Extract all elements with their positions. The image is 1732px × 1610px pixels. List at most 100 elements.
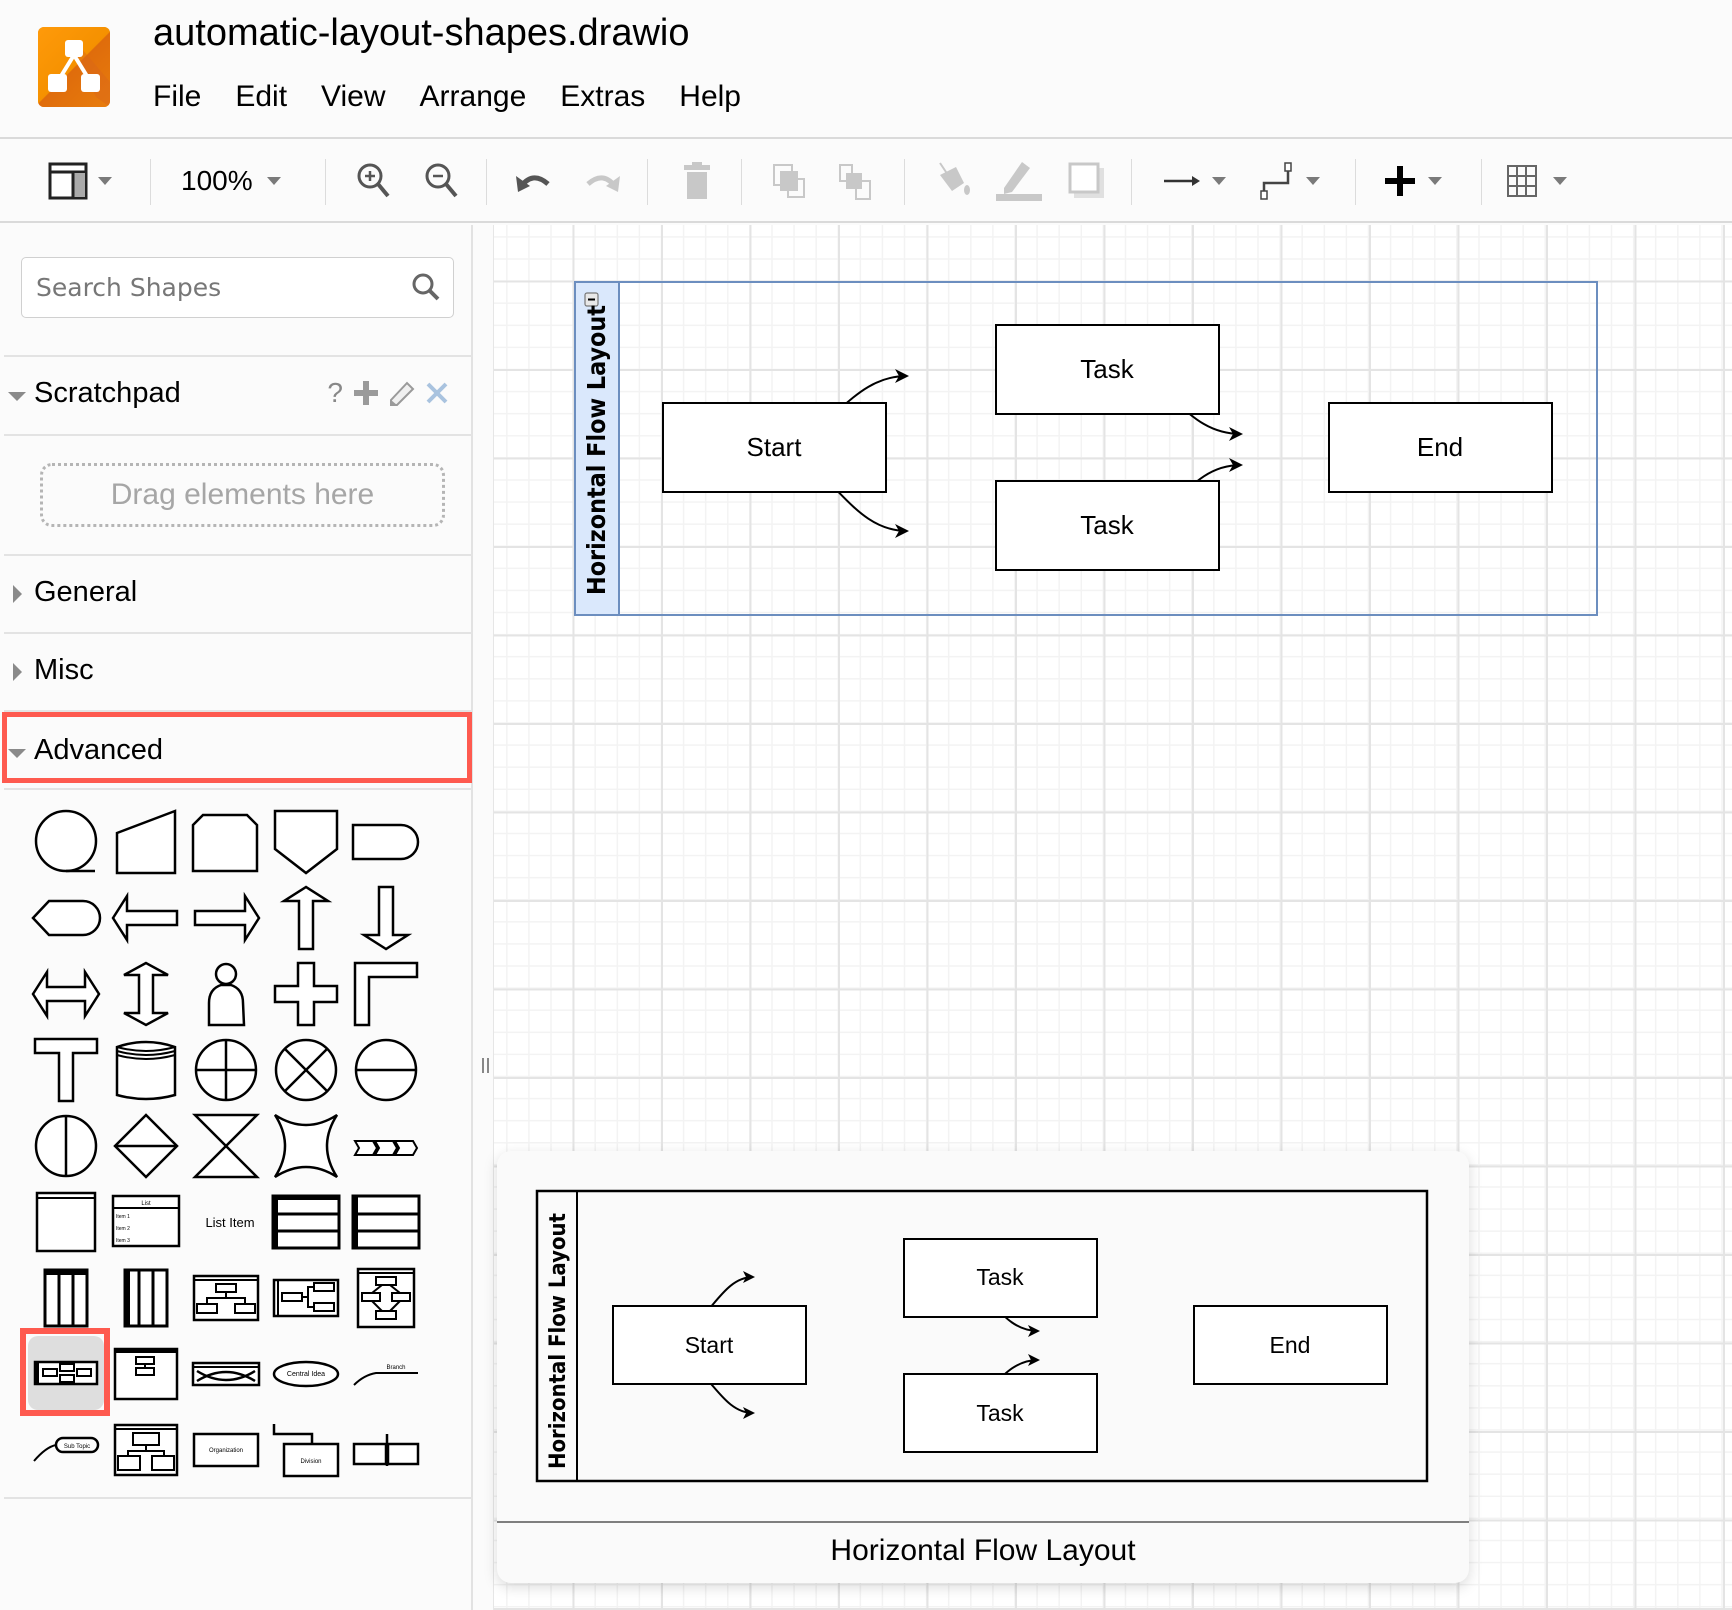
format-panel-toggle-button[interactable]: [48, 141, 112, 221]
shape-list[interactable]: List Item 1 Item 2 Item 3: [110, 1186, 182, 1258]
zoom-out-button[interactable]: [424, 141, 460, 221]
shape-container[interactable]: [30, 1186, 102, 1258]
sidebar-splitter[interactable]: [475, 225, 494, 1610]
shape-delay[interactable]: [350, 806, 422, 878]
scratchpad-title: Scratchpad: [34, 377, 181, 409]
fill-color-button[interactable]: [934, 141, 974, 221]
general-section: General: [4, 554, 473, 632]
shape-sub-topic[interactable]: Sub Topic: [30, 1414, 102, 1486]
shape-vertical-flow-layout[interactable]: [110, 1338, 182, 1410]
shape-double-arrow-vertical[interactable]: [110, 958, 182, 1030]
shape-arrow-right[interactable]: [190, 882, 262, 954]
shape-horizontal-pool-2[interactable]: [350, 1186, 422, 1258]
shape-tape-circle[interactable]: [30, 806, 102, 878]
menu-help[interactable]: Help: [679, 80, 741, 114]
chevron-down-icon: [98, 177, 112, 185]
toolbar-divider: [904, 159, 905, 205]
close-icon[interactable]: [425, 381, 449, 405]
node-end[interactable]: End: [1328, 402, 1553, 493]
table-button[interactable]: [1507, 141, 1567, 221]
search-shapes-box: [21, 257, 454, 318]
shape-off-page-reference[interactable]: [270, 806, 342, 878]
shape-central-idea[interactable]: Central Idea: [270, 1338, 342, 1410]
tooltip-title: Horizontal Flow Layout: [830, 1534, 1136, 1567]
shape-vertical-pool-2[interactable]: [110, 1262, 182, 1334]
shape-list-item[interactable]: List Item: [190, 1186, 270, 1258]
menu-file[interactable]: File: [153, 80, 201, 114]
shape-sort[interactable]: [110, 1110, 182, 1182]
node-task-1[interactable]: Task: [995, 324, 1220, 415]
section-divider: [4, 788, 473, 790]
shape-data-storage[interactable]: [110, 1034, 182, 1106]
shape-switch[interactable]: [270, 1110, 342, 1182]
shape-sub-section[interactable]: [350, 1414, 422, 1486]
sidebar-item-misc[interactable]: Misc: [4, 634, 473, 710]
shape-organization[interactable]: Organization: [190, 1414, 262, 1486]
menu-bar: File Edit View Arrange Extras Help: [153, 80, 775, 114]
shape-actor[interactable]: [190, 958, 262, 1030]
drawio-app: automatic-layout-shapes.drawio File Edit…: [0, 0, 1732, 1610]
menu-view[interactable]: View: [321, 80, 385, 114]
shape-horizontal-pool[interactable]: [270, 1186, 342, 1258]
zoom-in-button[interactable]: [356, 141, 392, 221]
search-shapes-input[interactable]: [36, 258, 406, 316]
shape-manual-input[interactable]: [110, 806, 182, 878]
add-icon[interactable]: [353, 380, 379, 406]
node-start[interactable]: Start: [662, 402, 887, 493]
connection-style-button[interactable]: [1162, 141, 1226, 221]
shape-line-ellipse[interactable]: [350, 1034, 422, 1106]
sub-topic-label: Sub Topic: [64, 1444, 90, 1450]
shape-arrow-left[interactable]: [110, 882, 182, 954]
shape-vertical-pool[interactable]: [30, 1262, 102, 1334]
shape-arrow-up[interactable]: [270, 882, 342, 954]
redo-button[interactable]: [582, 141, 622, 221]
shape-horizontal-tree-layout[interactable]: [270, 1262, 342, 1334]
splitter-grip-icon[interactable]: [482, 1058, 489, 1073]
selected-shape-highlight: [20, 1328, 110, 1416]
shape-tee[interactable]: [30, 1034, 102, 1106]
document-title[interactable]: automatic-layout-shapes.drawio: [153, 12, 690, 55]
menu-arrange[interactable]: Arrange: [420, 80, 527, 114]
horizontal-flow-container[interactable]: Horizontal Flow Layout Start Task Task E…: [574, 281, 1600, 619]
shape-organic-layout[interactable]: [350, 1262, 422, 1334]
shape-vertical-line-ellipse[interactable]: [30, 1110, 102, 1182]
shape-corner[interactable]: [350, 958, 422, 1030]
shape-double-arrow[interactable]: [30, 958, 102, 1030]
shape-division[interactable]: Division: [270, 1414, 342, 1486]
shape-loop-limit[interactable]: [190, 806, 262, 878]
undo-icon: [516, 175, 550, 192]
shape-summing-junction[interactable]: [270, 1034, 342, 1106]
scratchpad-drop-zone[interactable]: Drag elements here: [40, 463, 445, 527]
toolbar-divider: [1355, 159, 1356, 205]
shadow-button[interactable]: [1068, 141, 1106, 221]
undo-button[interactable]: [514, 141, 554, 221]
node-task-2[interactable]: Task: [995, 480, 1220, 571]
shape-arrow-down[interactable]: [350, 882, 422, 954]
shape-process-bar[interactable]: [350, 1110, 422, 1182]
organization-label: Organization: [209, 1448, 243, 1454]
menu-extras[interactable]: Extras: [560, 80, 645, 114]
search-icon[interactable]: [411, 272, 441, 302]
shape-cross[interactable]: [270, 958, 342, 1030]
insert-button[interactable]: [1384, 141, 1442, 221]
to-back-button[interactable]: [838, 141, 874, 221]
shape-display[interactable]: [30, 882, 102, 954]
scratchpad-header[interactable]: Scratchpad ?: [4, 357, 473, 433]
shape-org-chart[interactable]: [110, 1414, 182, 1486]
edit-pencil-icon[interactable]: [389, 380, 415, 406]
delete-button[interactable]: [680, 141, 714, 221]
shape-collate[interactable]: [190, 1110, 262, 1182]
line-color-button[interactable]: [994, 141, 1044, 221]
shape-tree-layout[interactable]: [190, 1262, 262, 1334]
shape-branch[interactable]: Branch: [350, 1338, 422, 1410]
zoom-dropdown[interactable]: 100%: [181, 141, 281, 221]
menu-edit[interactable]: Edit: [235, 80, 287, 114]
drawio-logo-icon[interactable]: [38, 27, 110, 107]
to-front-button[interactable]: [772, 141, 808, 221]
shape-mindmap-layout[interactable]: [190, 1338, 262, 1410]
sidebar-item-general[interactable]: General: [4, 556, 473, 632]
to-front-icon: [773, 164, 805, 198]
help-icon[interactable]: ?: [327, 377, 343, 409]
waypoints-button[interactable]: [1260, 141, 1320, 221]
shape-or[interactable]: [190, 1034, 262, 1106]
